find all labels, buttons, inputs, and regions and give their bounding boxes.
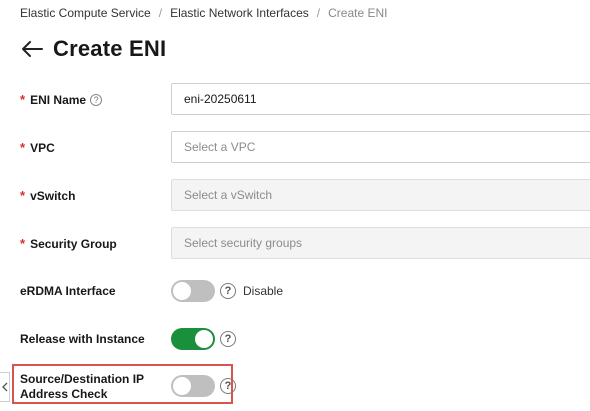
security-group-select[interactable]: Select security groups (171, 227, 590, 259)
vpc-placeholder: Select a VPC (184, 140, 256, 154)
toggle-knob (173, 282, 191, 300)
erdma-label: eRDMA Interface (20, 284, 116, 298)
breadcrumb: Elastic Compute Service / Elastic Networ… (20, 6, 387, 20)
required-mark: * (20, 92, 26, 107)
vswitch-label-text: vSwitch (30, 188, 76, 203)
release-with-instance-toggle[interactable] (171, 328, 215, 350)
required-mark: * (20, 236, 26, 251)
title-row: Create ENI (20, 36, 166, 62)
breadcrumb-separator: / (316, 6, 321, 20)
src-dst-check-label-line1: Source/Destination IP (20, 372, 145, 386)
toggle-knob (173, 377, 191, 395)
page-title: Create ENI (53, 36, 167, 61)
question-circle-icon[interactable]: ? (220, 283, 236, 299)
eni-name-value: eni-20250611 (184, 92, 257, 106)
chevron-left-icon[interactable] (0, 372, 10, 402)
erdma-label-text: eRDMA Interface (20, 284, 116, 298)
vpc-label-text: VPC (30, 140, 55, 155)
required-mark: * (20, 140, 26, 155)
question-circle-icon[interactable]: ? (90, 93, 103, 106)
vswitch-label: * vSwitch (20, 188, 75, 203)
erdma-status-text: Disable (243, 284, 284, 298)
arrow-left-icon[interactable] (20, 37, 44, 61)
eni-name-input[interactable]: eni-20250611 (171, 83, 590, 115)
erdma-toggle[interactable] (171, 280, 215, 302)
release-with-instance-label-text: Release with Instance (20, 332, 145, 346)
breadcrumb-eni-link[interactable]: Elastic Network Interfaces (170, 6, 309, 20)
question-circle-icon[interactable]: ? (220, 331, 236, 347)
src-dst-check-label-line2: Address Check (20, 387, 108, 401)
eni-name-label: * ENI Name ? (20, 92, 103, 107)
question-circle-icon[interactable]: ? (220, 378, 236, 394)
vswitch-select[interactable]: Select a vSwitch (171, 179, 590, 211)
breadcrumb-current: Create ENI (328, 6, 388, 20)
src-dst-check-toggle[interactable] (171, 375, 215, 397)
security-group-label-text: Security Group (30, 236, 117, 251)
required-mark: * (20, 188, 26, 203)
security-group-label: * Security Group (20, 236, 117, 251)
breadcrumb-ecs-link[interactable]: Elastic Compute Service (20, 6, 151, 20)
create-eni-page: Elastic Compute Service / Elastic Networ… (0, 0, 590, 411)
security-group-placeholder: Select security groups (184, 236, 303, 250)
eni-name-label-text: ENI Name (30, 92, 87, 107)
toggle-knob (195, 330, 213, 348)
vswitch-placeholder: Select a vSwitch (184, 188, 273, 202)
breadcrumb-separator: / (158, 6, 163, 20)
vpc-label: * VPC (20, 140, 55, 155)
vpc-select[interactable]: Select a VPC (171, 131, 590, 163)
release-with-instance-label: Release with Instance (20, 332, 145, 346)
src-dst-check-label: Source/Destination IP Address Check (20, 372, 144, 402)
